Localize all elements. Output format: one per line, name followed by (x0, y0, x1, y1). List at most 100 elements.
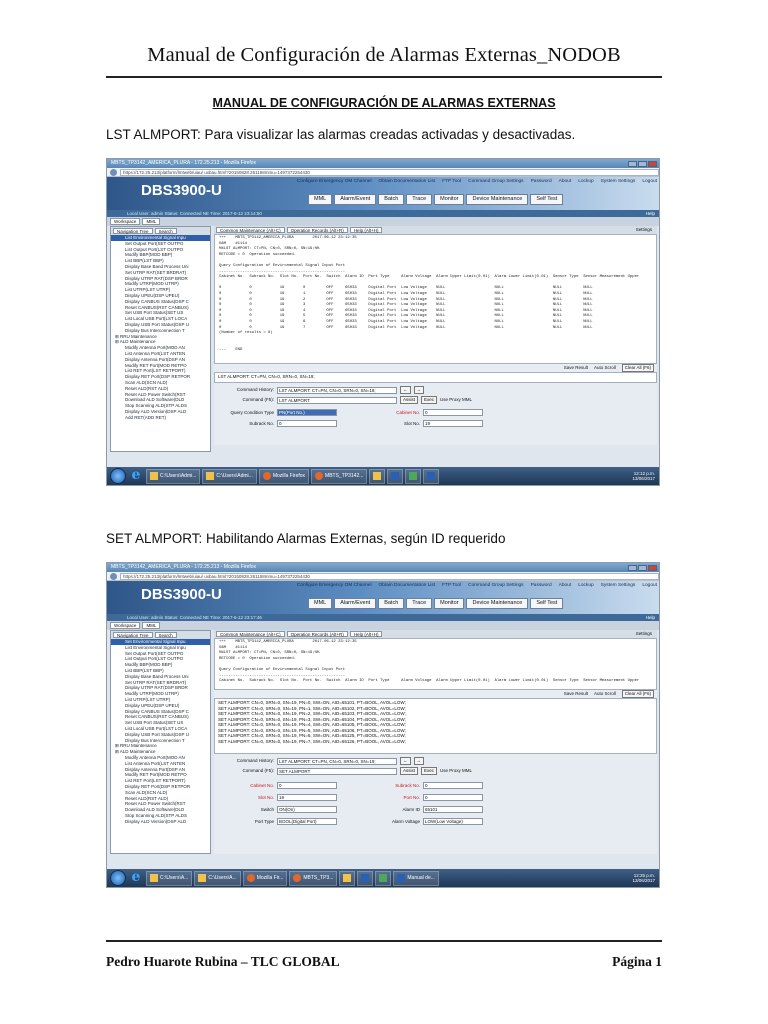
port-type-select[interactable]: BOOL(Digital Port) (277, 818, 337, 825)
top-link[interactable]: About (559, 583, 572, 589)
use-proxy-checkbox[interactable]: Use Proxy MML (440, 768, 472, 774)
tab-mml-workspace[interactable]: MML (142, 622, 161, 629)
tab-self-test[interactable]: Self Test (530, 598, 564, 609)
help-link[interactable]: Help (646, 614, 655, 621)
history-prev-button[interactable]: ← (400, 757, 411, 765)
close-icon[interactable] (648, 160, 657, 167)
top-link[interactable]: About (559, 179, 572, 185)
taskbar-app[interactable] (423, 468, 440, 484)
save-result-checkbox[interactable]: Save Result (564, 365, 588, 371)
subrack-input[interactable]: 0 (423, 782, 483, 789)
history-select[interactable]: LST ALMPORT: CT=PN, CN=0, SRN=0, SN=19; (277, 386, 397, 394)
top-link[interactable]: Command Group Settings (468, 179, 523, 185)
top-link[interactable]: Lockup (578, 583, 593, 589)
tab-workspace[interactable]: Workspace (110, 218, 141, 225)
alarm-voltage-select[interactable]: LOW(Low Voltage) (423, 818, 483, 825)
tab-common-maintenance[interactable]: Common Maintenance (Alt+C) (216, 631, 285, 637)
tab-device-maintenance[interactable]: Device Maintenance (466, 598, 529, 609)
tab-mml[interactable]: MML (308, 194, 333, 205)
back-icon[interactable] (110, 168, 117, 176)
tab-workspace[interactable]: Workspace (110, 622, 141, 629)
start-button[interactable] (110, 870, 126, 886)
query-type-select[interactable]: PN(Port No.) (277, 409, 337, 416)
start-button[interactable] (110, 468, 126, 484)
command-input[interactable]: SET ALMPORT (277, 767, 397, 775)
tab-search[interactable]: Search (154, 632, 177, 638)
save-result-checkbox[interactable]: Save Result (564, 691, 588, 697)
history-next-button[interactable]: → (413, 386, 424, 394)
assist-button[interactable]: Assist (400, 767, 419, 775)
taskbar-item[interactable]: C:\Users\Admi... (146, 468, 201, 484)
taskbar-item[interactable]: C:\Users\A... (146, 870, 193, 886)
cabinet-input[interactable]: 0 (277, 782, 337, 789)
switch-select[interactable]: ON(On) (277, 806, 337, 813)
taskbar-app[interactable] (339, 870, 356, 886)
settings-link[interactable]: Settings (633, 631, 655, 637)
settings-link[interactable]: Settings (633, 227, 655, 233)
tab-alarm-event[interactable]: Alarm/Event (334, 194, 377, 205)
taskbar-item[interactable]: MBTS_TP3142... (311, 468, 368, 484)
taskbar-item[interactable]: Mozilla Fir... (242, 870, 288, 886)
ie-icon[interactable]: e (128, 869, 144, 886)
tab-device-maintenance[interactable]: Device Maintenance (466, 194, 529, 205)
cabinet-input[interactable]: 0 (423, 409, 483, 416)
taskbar-item[interactable]: MBTS_TP3... (289, 870, 338, 886)
port-input[interactable]: 0 (423, 794, 483, 801)
alarm-id-input[interactable]: 65101 (423, 806, 483, 813)
top-link[interactable]: Command Group Settings (468, 583, 523, 589)
tab-trace[interactable]: Trace (406, 598, 433, 609)
nav-item[interactable]: Add RET(ADD RET) (111, 415, 210, 421)
tab-help[interactable]: Help (Alt+H) (349, 227, 383, 233)
minimize-icon[interactable] (628, 564, 637, 571)
url-input[interactable]: https://172.25.213/platform/lmtweb/uiau/… (120, 572, 659, 580)
back-icon[interactable] (110, 572, 117, 580)
taskbar-app[interactable] (357, 870, 374, 886)
top-link[interactable]: FTP Tool (442, 179, 461, 185)
top-link[interactable]: Lockup (578, 179, 593, 185)
taskbar-app[interactable] (375, 870, 392, 886)
system-clock[interactable]: 12:12 p.m. 13/06/2017 (632, 471, 659, 481)
history-prev-button[interactable]: ← (400, 386, 411, 394)
exec-button[interactable]: Exec (421, 767, 438, 775)
tab-search[interactable]: Search (154, 228, 177, 234)
taskbar-app[interactable] (369, 468, 386, 484)
tab-common-maintenance[interactable]: Common Maintenance (Alt+C) (216, 227, 285, 233)
slot-input[interactable]: 19 (277, 794, 337, 801)
tab-monitor[interactable]: Monitor (434, 598, 465, 609)
ie-icon[interactable]: e (128, 467, 144, 484)
tab-navigation-tree[interactable]: Navigation Tree (113, 228, 153, 234)
tab-help[interactable]: Help (Alt+H) (349, 631, 383, 637)
tab-navigation-tree[interactable]: Navigation Tree (113, 632, 153, 638)
tab-operation-records[interactable]: Operation Records (Alt+R) (286, 631, 348, 637)
top-link[interactable]: Configure Emergency OM Channel (297, 583, 372, 589)
history-select[interactable]: LST ALMPORT: CT=PN, CN=0, SRN=0, SN=19; (277, 757, 397, 765)
nav-item[interactable]: Display ALD Version(DSP ALD (111, 819, 210, 825)
history-next-button[interactable]: → (413, 757, 424, 765)
slot-input[interactable]: 19 (423, 420, 483, 427)
assist-button[interactable]: Assist (400, 396, 419, 404)
tab-self-test[interactable]: Self Test (530, 194, 564, 205)
top-link[interactable]: Configure Emergency OM Channel (297, 179, 372, 185)
maximize-icon[interactable] (638, 160, 647, 167)
tab-alarm-event[interactable]: Alarm/Event (334, 598, 377, 609)
taskbar-item[interactable]: Manual de... (393, 870, 439, 886)
top-link[interactable]: Password (531, 179, 552, 185)
command-input[interactable]: LST ALMPORT (277, 396, 397, 404)
tab-operation-records[interactable]: Operation Records (Alt+R) (286, 227, 348, 233)
taskbar-item[interactable]: Mozilla Firefox (258, 468, 310, 484)
taskbar-app[interactable] (405, 468, 422, 484)
auto-scroll-checkbox[interactable]: Auto Scroll (594, 691, 616, 697)
auto-scroll-checkbox[interactable]: Auto Scroll (594, 365, 616, 371)
taskbar-item[interactable]: C:\Users\Admi... (202, 468, 257, 484)
top-link[interactable]: Password (531, 583, 552, 589)
tab-mml[interactable]: MML (308, 598, 333, 609)
command-input-area[interactable]: SET ALMPORT: CN=0, SRN=0, SN=19, PN=0, S… (214, 698, 657, 754)
url-input[interactable]: https://172.25.213/platform/lmtweb/uiau/… (120, 168, 659, 176)
taskbar-item[interactable]: C:\Users\A... (194, 870, 241, 886)
close-icon[interactable] (648, 564, 657, 571)
top-link[interactable]: Logout (642, 583, 657, 589)
minimize-icon[interactable] (628, 160, 637, 167)
top-link[interactable]: System Settings (601, 583, 636, 589)
top-link[interactable]: Logout (642, 179, 657, 185)
help-link[interactable]: Help (646, 210, 655, 217)
